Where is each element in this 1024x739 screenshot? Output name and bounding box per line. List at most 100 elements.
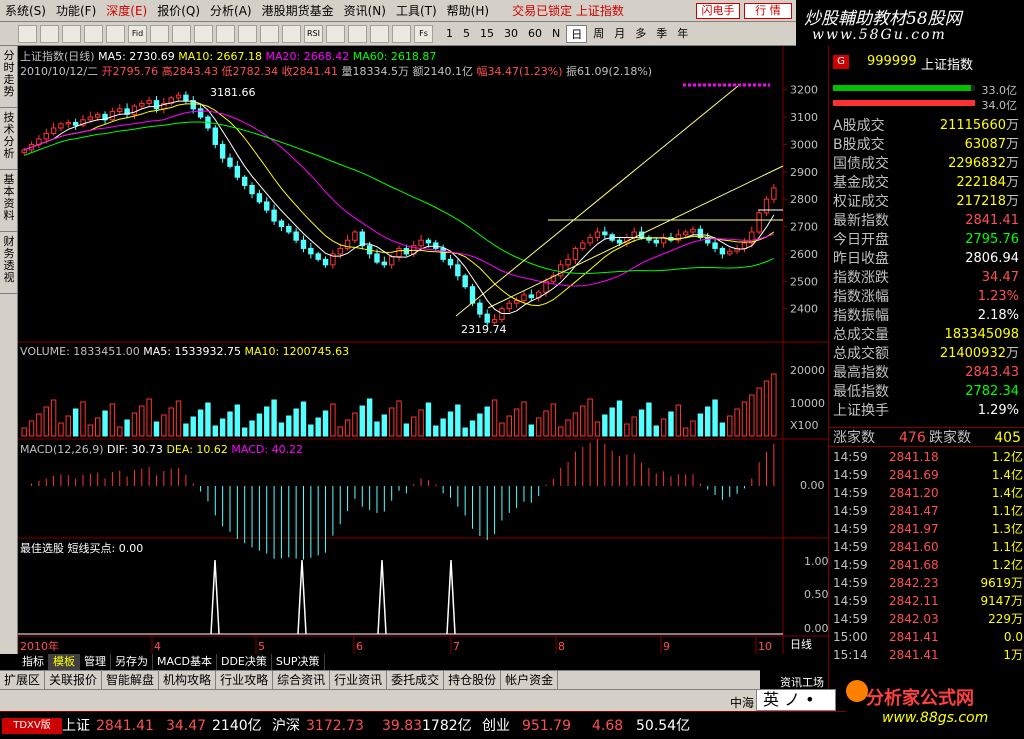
- period-7[interactable]: 周: [589, 25, 608, 43]
- indicator-tab-2[interactable]: 管理: [80, 654, 111, 670]
- volume-bar: [565, 419, 571, 437]
- period-10[interactable]: 季: [652, 25, 671, 43]
- volume-bar: [94, 417, 101, 437]
- toolbar-button-18[interactable]: Fs: [414, 24, 433, 43]
- candle: [153, 100, 160, 110]
- price-tick-8: 2400: [790, 303, 818, 316]
- volume-bar: [528, 424, 535, 437]
- toolbar-button-10[interactable]: [238, 24, 257, 43]
- stat-label-13: 最高指数: [833, 365, 889, 381]
- toolbar-button-13[interactable]: RSI: [304, 24, 323, 43]
- toolbar-button-6[interactable]: [150, 24, 169, 43]
- side-tab-1[interactable]: 技术分析: [0, 108, 18, 170]
- toolbar-button-9[interactable]: [216, 24, 235, 43]
- function-button-1[interactable]: 关联报价: [45, 671, 103, 689]
- function-button-0[interactable]: 扩展区: [0, 671, 46, 689]
- tick-price-3: 2841.47: [889, 504, 939, 518]
- stat-value-3: 222184万: [956, 175, 1019, 190]
- kline-chart[interactable]: 3200 3100 3000 2900 2800 2700 2600 2500 2400 2000…: [18, 46, 828, 654]
- price-tick-7: 2500: [790, 275, 818, 288]
- menu-item-1[interactable]: 功能(F): [51, 0, 101, 22]
- stat-row-13: 最高指数 2843.43: [833, 364, 1021, 382]
- toolbar-button-17[interactable]: [392, 24, 411, 43]
- volume-bar: [168, 407, 174, 437]
- menu-item-5[interactable]: 港股期货基金: [257, 0, 339, 22]
- ohlc-1: 开2795.76: [101, 65, 162, 78]
- toolbar-button-1[interactable]: [40, 24, 59, 43]
- tick-vol-3: 1.1亿: [991, 504, 1023, 518]
- tick-price-0: 2841.18: [889, 450, 939, 464]
- quote-button[interactable]: 行 情: [744, 3, 792, 19]
- function-button-4[interactable]: 行业攻略: [216, 671, 274, 689]
- toolbar-button-11[interactable]: [260, 24, 279, 43]
- volume-bar: [719, 422, 726, 437]
- function-button-7[interactable]: 委托成交: [387, 671, 445, 689]
- toolbar-button-15[interactable]: [348, 24, 367, 43]
- price-tick-1: 3100: [790, 111, 818, 124]
- indicator-tab-5[interactable]: DDE决策: [217, 654, 272, 670]
- candle: [455, 264, 461, 277]
- toolbar-button-5[interactable]: Fid: [128, 24, 147, 43]
- period-2[interactable]: 15: [476, 25, 498, 43]
- indicator-tab-0[interactable]: 指标: [18, 654, 49, 670]
- price-tick-4: 2800: [790, 193, 818, 206]
- side-tab-2[interactable]: 基本资料: [0, 170, 18, 232]
- period-6[interactable]: 日: [566, 24, 588, 43]
- indicator-tab-3[interactable]: 另存为: [111, 654, 153, 670]
- menu-item-6[interactable]: 资讯(N): [339, 0, 391, 22]
- toolbar-button-0[interactable]: [18, 24, 37, 43]
- period-4[interactable]: 60: [524, 25, 546, 43]
- menu-item-7[interactable]: 工具(T): [391, 0, 442, 22]
- menu-item-3[interactable]: 报价(Q): [152, 0, 205, 22]
- candle: [484, 313, 490, 323]
- toolbar-button-2[interactable]: [62, 24, 81, 43]
- menu-item-4[interactable]: 分析(A): [205, 0, 257, 22]
- toolbar-button-7[interactable]: [172, 24, 191, 43]
- volume-bar: [219, 418, 226, 437]
- side-tab-0[interactable]: 分时走势: [0, 46, 18, 108]
- toolbar-button-4[interactable]: [106, 24, 125, 43]
- indicator-tab-6[interactable]: SUP决策: [272, 654, 325, 670]
- volume-bar: [146, 398, 152, 437]
- period-9[interactable]: 多: [631, 25, 650, 43]
- period-8[interactable]: 月: [610, 25, 629, 43]
- logo2-title: 分析家公式网: [866, 688, 974, 709]
- flash-trade-button[interactable]: 闪电手: [696, 3, 740, 19]
- period-3[interactable]: 30: [500, 25, 522, 43]
- indicator-tab-4[interactable]: MACD基本: [153, 654, 217, 670]
- function-button-6[interactable]: 行业资讯: [330, 671, 388, 689]
- toolbar-button-14[interactable]: [326, 24, 345, 43]
- menu-item-8[interactable]: 帮助(H): [442, 0, 494, 22]
- function-button-2[interactable]: 智能解盘: [102, 671, 160, 689]
- ohlc-6: 额2140.1亿: [412, 65, 477, 78]
- function-button-5[interactable]: 综合资讯: [273, 671, 331, 689]
- volume-bar: [403, 423, 410, 437]
- menu-item-0[interactable]: 系统(S): [0, 0, 51, 22]
- function-button-3[interactable]: 机构攻略: [159, 671, 217, 689]
- candle: [719, 247, 726, 255]
- toolbar-button-8[interactable]: [194, 24, 213, 43]
- ime-indicator[interactable]: 英 ノ •: [756, 689, 836, 711]
- candle: [139, 102, 145, 107]
- signal-spike-3: [446, 559, 456, 635]
- tick-time-1: 14:59: [833, 468, 868, 482]
- candle: [381, 261, 388, 266]
- period-5[interactable]: N: [548, 25, 564, 43]
- tick-price-11: 2841.41: [889, 648, 939, 662]
- indicator-tab-1[interactable]: 模板: [49, 654, 80, 670]
- period-11[interactable]: 年: [673, 25, 692, 43]
- period-1[interactable]: 5: [459, 25, 474, 43]
- function-button-9[interactable]: 帐户资金: [501, 671, 559, 689]
- toolbar-button-3[interactable]: [84, 24, 103, 43]
- volume-bar: [411, 416, 417, 437]
- side-tab-3[interactable]: 财务透视: [0, 232, 18, 294]
- toolbar-button-12[interactable]: [282, 24, 301, 43]
- volume-bar: [624, 423, 630, 437]
- candle: [403, 247, 410, 255]
- function-button-8[interactable]: 持仓股份: [444, 671, 502, 689]
- menu-item-2[interactable]: 深度(E): [101, 0, 152, 22]
- status-bar: TDXV版 上证 2841.41 34.47 2140亿 沪深 3172.73 39.83 1…: [0, 711, 846, 739]
- toolbar-button-16[interactable]: [370, 24, 389, 43]
- period-0[interactable]: 1: [442, 25, 457, 43]
- candle: [756, 212, 762, 233]
